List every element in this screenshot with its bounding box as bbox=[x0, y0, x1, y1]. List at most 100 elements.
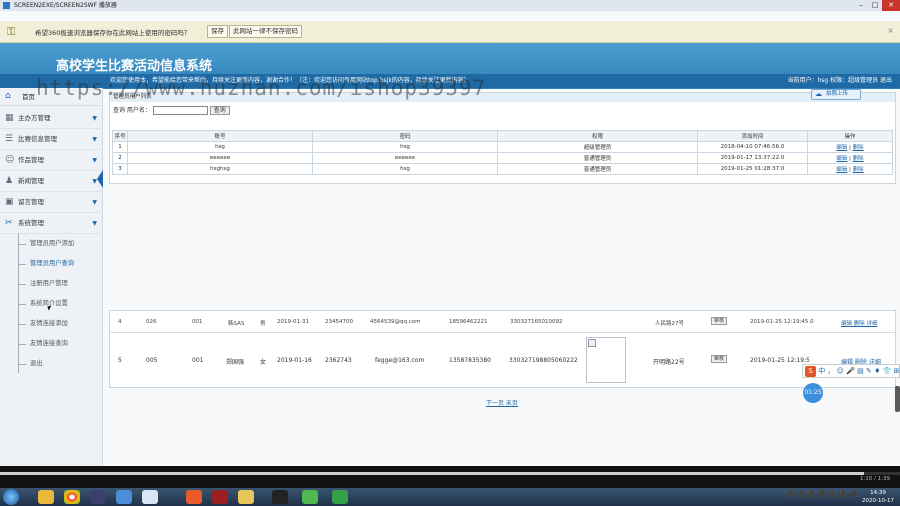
cell-b: 001 bbox=[192, 357, 204, 364]
clock-date: 2020-10-17 bbox=[862, 498, 894, 504]
window-controls: – □ ✕ bbox=[854, 0, 900, 11]
upload-button[interactable]: 拍照上传 bbox=[811, 89, 861, 100]
ie-icon[interactable] bbox=[142, 490, 158, 504]
taskbar: ⬛⬛⬛⬛⬛⬛⬛ 14:39 2020-10-17 bbox=[0, 488, 900, 506]
cell-time: 2019-01-17 13:37:22.0 bbox=[697, 152, 808, 164]
ime-toolbar[interactable]: S 中 ， ☺ 🎤 ▤ ✎ ♦ 👕 ⊞ bbox=[802, 364, 900, 378]
column-header: 操作 bbox=[807, 130, 893, 142]
cell-password: hsg bbox=[312, 163, 498, 175]
delete-link[interactable]: 删除 bbox=[853, 145, 864, 151]
tray-icons[interactable]: ⬛⬛⬛⬛⬛⬛⬛ bbox=[787, 491, 860, 498]
message-icon: ▣ bbox=[5, 197, 14, 207]
app-icon bbox=[3, 2, 10, 9]
home-icon: ⌂ bbox=[5, 91, 11, 101]
table-row: 4 026 001 韩SAS 男 2019-01-31 23454700 456… bbox=[110, 311, 895, 333]
cell-actions: 编辑 | 删除 bbox=[807, 152, 893, 164]
tools-icon: ✂ bbox=[5, 218, 13, 228]
menu-system[interactable]: ✂ 系统管理 ▼ bbox=[0, 213, 103, 234]
menu-works[interactable]: ☺ 作品管理 ▼ bbox=[0, 150, 103, 171]
table-row: 2 eeeeee eeeeee 普通管理员 2019-01-17 13:37:2… bbox=[112, 152, 893, 164]
chevron-down-icon: ▼ bbox=[92, 157, 97, 164]
maximize-button[interactable]: □ bbox=[868, 0, 882, 11]
ime-tools: 中 ， ☺ 🎤 ▤ ✎ ♦ 👕 ⊞ bbox=[818, 367, 900, 375]
password-save-bar: ⚿ 希望360极速浏览器保存你在此网站上使用的密码吗？ 保存 此网站一律不保存密… bbox=[0, 21, 900, 43]
scrollbar[interactable] bbox=[895, 386, 900, 412]
table-row: 3 hsghsg hsg 普通管理员 2019-01-25 01:28:37.0… bbox=[112, 163, 893, 175]
chevron-down-icon: ▼ bbox=[92, 220, 97, 227]
menu-messages[interactable]: ▣ 留言管理 ▼ bbox=[0, 192, 103, 213]
table-row: 1 hsg hsg 超级管理员 2018-04-10 07:46:56.0 编辑… bbox=[112, 141, 893, 153]
edit-link[interactable]: 编辑 bbox=[836, 145, 847, 151]
wechat-icon[interactable] bbox=[302, 490, 318, 504]
row-actions[interactable]: 编辑 删除 详细 bbox=[841, 319, 878, 327]
cell-no: 4 bbox=[118, 319, 122, 325]
submenu-logout[interactable]: 退出 bbox=[18, 354, 102, 374]
menu-contest[interactable]: ☰ 比赛信息管理 ▼ bbox=[0, 129, 103, 150]
person-icon: ♟ bbox=[5, 176, 14, 186]
cell-time: 2019-01-25 12:19:45.0 bbox=[750, 319, 814, 325]
save-password-button[interactable]: 保存 bbox=[207, 25, 228, 38]
folder-icon[interactable] bbox=[238, 490, 254, 504]
cell-email: 4564539@qq.com bbox=[370, 319, 421, 325]
cell-no: 5 bbox=[118, 357, 122, 364]
cell-no: 3 bbox=[112, 163, 128, 175]
minimize-button[interactable]: – bbox=[854, 0, 868, 11]
powerpoint-icon[interactable] bbox=[186, 490, 202, 504]
cell-role: 超级管理员 bbox=[497, 141, 698, 153]
cell-address: 人民路27号 bbox=[655, 321, 684, 327]
never-save-button[interactable]: 此网站一律不保存密码 bbox=[229, 25, 302, 38]
cell-time: 2019-01-25 01:28:37.0 bbox=[697, 163, 808, 175]
search-button[interactable]: 查询 bbox=[209, 106, 230, 115]
chevron-down-icon: ▼ bbox=[92, 136, 97, 143]
chrome-icon[interactable] bbox=[64, 490, 80, 504]
recorder-icon[interactable] bbox=[332, 490, 348, 504]
column-header: 账号 bbox=[127, 130, 313, 142]
app-icon[interactable] bbox=[116, 490, 132, 504]
clock: 14:39 2020-10-17 bbox=[862, 489, 894, 505]
edit-link[interactable]: 编辑 bbox=[836, 167, 847, 173]
clock-time: 14:39 bbox=[870, 490, 886, 496]
submenu-link-query[interactable]: 友情连接查询 bbox=[18, 334, 102, 354]
player-time: 1:10 / 1:39 bbox=[859, 476, 890, 482]
cell-account: hsg bbox=[127, 141, 313, 153]
submenu-system-intro[interactable]: 系统简介设置 bbox=[18, 294, 102, 314]
table-header-row: 序号 账号 密码 权限 添加时间 操作 bbox=[112, 130, 893, 142]
progress-fill bbox=[0, 472, 864, 475]
qq-icon[interactable] bbox=[272, 490, 288, 504]
cell-idcard: 330327198805060222 bbox=[509, 357, 578, 364]
close-bar-icon[interactable]: × bbox=[887, 26, 894, 35]
audit-button[interactable]: 审核 bbox=[711, 317, 728, 325]
delete-link[interactable]: 删除 bbox=[853, 156, 864, 162]
submenu-registered-users[interactable]: 注册用户管理 bbox=[18, 274, 102, 294]
audit-button[interactable]: 审核 bbox=[711, 355, 728, 363]
menu-news[interactable]: ♟ 新闻管理 ▼ bbox=[0, 171, 103, 192]
edit-link[interactable]: 编辑 bbox=[836, 156, 847, 162]
start-button[interactable] bbox=[3, 489, 19, 505]
close-window-button[interactable]: ✕ bbox=[882, 0, 900, 11]
cell-no: 1 bbox=[112, 141, 128, 153]
cell-mobile: 18596462221 bbox=[449, 319, 488, 325]
submenu-admin-add[interactable]: 管理员用户添加 bbox=[18, 234, 102, 254]
submenu-link-add[interactable]: 友情连接添加 bbox=[18, 314, 102, 334]
cell-role: 普通管理员 bbox=[497, 152, 698, 164]
active-indicator bbox=[97, 170, 103, 188]
flash-icon[interactable] bbox=[212, 490, 228, 504]
submenu-admin-query[interactable]: 管理员用户查询 bbox=[18, 254, 102, 274]
cell-role: 普通管理员 bbox=[497, 163, 698, 175]
user-list-panel: 4 026 001 韩SAS 男 2019-01-31 23454700 456… bbox=[109, 310, 896, 388]
cell-date: 2019-01-31 bbox=[277, 319, 309, 325]
current-user[interactable]: 当前用户：hsg 权限：超级管理员 退出 bbox=[787, 74, 892, 88]
photo-thumbnail bbox=[586, 337, 626, 383]
cell-phone: 23454700 bbox=[325, 319, 353, 325]
menu-organizer[interactable]: ▦ 主办方管理 ▼ bbox=[0, 108, 103, 129]
cell-time: 2018-04-10 07:46:56.0 bbox=[697, 141, 808, 153]
pagination-links[interactable]: 下一页 末页 bbox=[486, 398, 518, 407]
users-icon: ☺ bbox=[5, 155, 15, 165]
cell-idcard: 330327165010092 bbox=[510, 319, 563, 325]
media-icon[interactable] bbox=[90, 490, 106, 504]
delete-link[interactable]: 删除 bbox=[853, 167, 864, 173]
cell-name: 郑国强 bbox=[226, 359, 245, 366]
key-icon: ⚿ bbox=[7, 25, 16, 38]
search-input[interactable] bbox=[152, 106, 208, 115]
explorer-icon[interactable] bbox=[38, 490, 54, 504]
